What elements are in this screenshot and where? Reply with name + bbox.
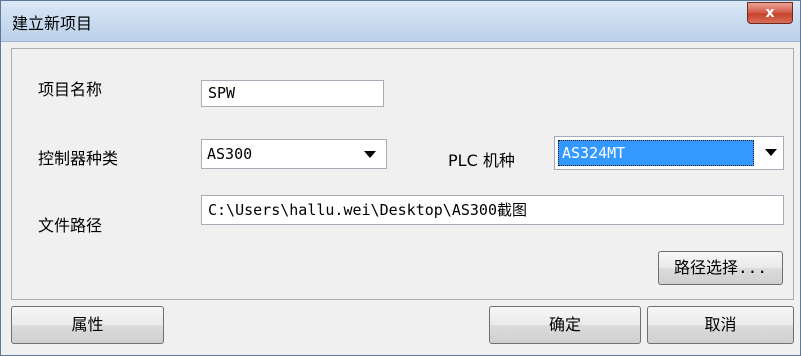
project-name-label: 项目名称 bbox=[38, 80, 103, 99]
plc-model-label: PLC 机种 bbox=[448, 151, 515, 170]
controller-type-value: AS300 bbox=[207, 145, 253, 163]
settings-group: 项目名称 SPW 控制器种类 AS300 PLC 机种 AS324MT 文件路径… bbox=[11, 48, 794, 300]
controller-type-label: 控制器种类 bbox=[38, 149, 119, 168]
file-path-label: 文件路径 bbox=[38, 216, 103, 235]
file-path-input[interactable]: C:\Users\hallu.wei\Desktop\AS300截图 bbox=[201, 195, 784, 225]
cancel-button[interactable]: 取消 bbox=[647, 306, 794, 344]
browse-path-button[interactable]: 路径选择... bbox=[658, 251, 783, 285]
project-name-input[interactable]: SPW bbox=[201, 80, 384, 107]
dialog-title: 建立新项目 bbox=[12, 14, 93, 33]
chevron-down-icon bbox=[765, 149, 777, 156]
ok-button[interactable]: 确定 bbox=[489, 306, 641, 344]
close-button[interactable]: x bbox=[747, 2, 793, 24]
properties-button[interactable]: 属性 bbox=[11, 306, 164, 344]
new-project-dialog: 建立新项目 x 项目名称 SPW 控制器种类 AS300 PLC 机种 AS32… bbox=[0, 0, 801, 356]
plc-model-select[interactable]: AS324MT bbox=[554, 136, 784, 170]
chevron-down-icon bbox=[364, 151, 376, 158]
title-bar: 建立新项目 x bbox=[1, 1, 800, 42]
plc-model-value: AS324MT bbox=[562, 144, 626, 162]
close-icon: x bbox=[765, 5, 775, 21]
plc-model-selection: AS324MT bbox=[558, 140, 754, 166]
controller-type-select[interactable]: AS300 bbox=[201, 139, 387, 169]
